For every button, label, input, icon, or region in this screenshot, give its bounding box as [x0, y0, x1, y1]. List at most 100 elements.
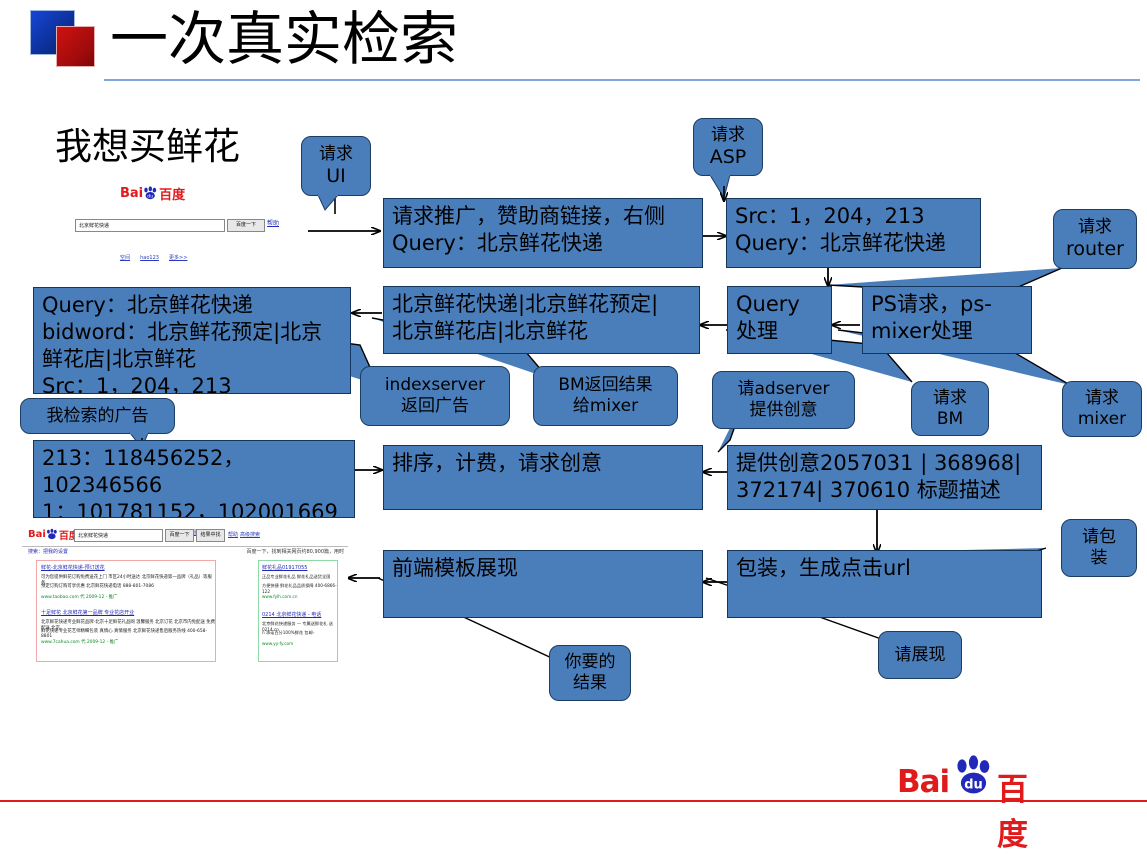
callout-request-mixer: 请求 mixer — [1062, 381, 1142, 437]
svg-text:du: du — [147, 193, 153, 199]
callout-line2: mixer — [1077, 409, 1127, 429]
callout-request-package: 请包 装 — [1061, 519, 1137, 577]
box-line: 提供创意2057031 | 368968| — [736, 451, 1022, 475]
serp-top-search-value: 北京鲜花快递 — [79, 223, 110, 229]
callout-line2: BM — [936, 408, 964, 429]
callout-request-display: 请展现 — [878, 631, 962, 679]
serp-top-help-link[interactable]: 帮助 — [267, 218, 279, 227]
box-line: 包装，生成点击url — [736, 556, 911, 580]
serp-bottom-screenshot: 新闻 网页 贴吧 知道 MP3 图片 视频 Bai 百度 北京鲜花快递 百度一下… — [22, 518, 348, 678]
ad-body: 预定订购订购可享优惠 北京鲜花快递电话 888-801-7086 — [41, 584, 154, 589]
svg-text:du: du — [964, 778, 983, 793]
callout-line2: 给mixer — [572, 396, 639, 416]
ad-url: www.taobao.com 代 2009-12 - 推广 — [41, 595, 118, 600]
box-bidword-list: 北京鲜花快递|北京鲜花预定| 北京鲜花店|北京鲜花 — [383, 286, 700, 354]
footer-brand-cn: 百度 — [997, 772, 1028, 853]
ad-url: www.fylh.com.cn — [262, 594, 298, 599]
box-frontend-template: 前端模板展现 — [383, 550, 703, 618]
box-line: 372174| 370610 标题描述 — [736, 478, 1001, 502]
box-line: Query：北京鲜花快递 — [735, 231, 946, 255]
callout-line1: 请求 — [1085, 388, 1119, 408]
serp-bottom-brand-latin: Bai — [28, 529, 46, 540]
callout-line2: 返回广告 — [401, 396, 469, 416]
callout-line1: BM返回结果 — [558, 375, 653, 395]
serp-bottom-settings-hint[interactable]: 搜索：把我的设置 — [28, 548, 68, 555]
ad-url: www.7cahua.com 代 2009-12 - 推广 — [41, 640, 119, 645]
serp-top-footer-link[interactable]: 空间 — [120, 255, 130, 261]
serp-bottom-search-value: 北京鲜花快递 — [78, 533, 109, 539]
box-query-bidword-src: Query：北京鲜花快递 bidword：北京鲜花预定|北京 鲜花店|北京鲜花 … — [33, 287, 351, 394]
callout-line2: router — [1065, 238, 1124, 260]
ad-body: 正品专业鲜花礼品 鲜花礼品送货全国 — [262, 574, 331, 579]
serp-top-brand-latin: Bai — [120, 186, 144, 201]
ad-body: 鲜花快递专业花艺师精细包装 真情心 真情服务 北京鲜花快递售后服务热线 400-… — [41, 629, 208, 639]
baidu-paw-icon: du — [957, 755, 990, 794]
callout-line1: 请求 — [711, 125, 745, 145]
box-line: Query：北京鲜花快递 — [392, 231, 603, 255]
serp-bottom-search-input[interactable]: 北京鲜花快递 — [74, 529, 163, 542]
box-line: Query：北京鲜花快递 — [42, 293, 253, 317]
box-package-clickurl: 包装，生成点击url — [727, 550, 1042, 618]
ad-title[interactable]: 鲜花礼品01917055 — [262, 564, 307, 571]
serp-top-search-button[interactable]: 百度一下 — [227, 219, 265, 232]
box-request-promotion: 请求推广，赞助商链接，右侧 Query：北京鲜花快递 — [383, 198, 703, 268]
serp-bottom-divider — [22, 546, 348, 547]
ad-title[interactable]: 0214 北京鲜花快递 - 电话 — [262, 611, 321, 618]
ad-body: 方便快捷 鲜花礼品品质保障 400-6866-122 — [262, 583, 337, 594]
callout-line2: 结果 — [573, 673, 607, 693]
footer-baidu-logo: Bai du 百度 — [897, 755, 1057, 853]
serp-bottom-logo[interactable]: Bai 百度 — [28, 527, 79, 542]
box-line: PS请求，ps- — [871, 292, 992, 316]
footer-brand-latin: Bai — [897, 764, 950, 800]
callout-line1: indexserver — [384, 375, 486, 395]
callout-indexserver-return-ads: indexserver 返回广告 — [360, 366, 510, 426]
serp-top-search-input[interactable]: 北京鲜花快递 — [75, 219, 225, 232]
box-line: 北京鲜花店|北京鲜花 — [392, 319, 589, 343]
serp-bottom-right-ads: 鲜花礼品01917055 正品专业鲜花礼品 鲜花礼品送货全国 方便快捷 鲜花礼品… — [258, 560, 338, 662]
callout-line1: 请求 — [319, 144, 353, 164]
ad-title[interactable]: 十足鲜花 北京鲜花第一品牌 专业花店开业 — [41, 609, 134, 616]
serp-top-brand-cn: 百度 — [159, 188, 186, 203]
box-line: Src：1，204，213 — [735, 204, 925, 228]
box-ps-mixer: PS请求，ps- mixer处理 — [862, 286, 1032, 354]
callout-request-ui: 请求 UI — [301, 136, 371, 196]
box-line: 前端模板展现 — [392, 556, 518, 580]
ad-body: n 承诺百分100%鲜花 包邮- — [262, 630, 315, 635]
box-line: Query — [736, 292, 800, 316]
callout-line2: UI — [326, 165, 346, 187]
callout-line1: 请求 — [933, 387, 967, 408]
serp-bottom-search-button[interactable]: 百度一下 — [165, 529, 194, 542]
box-line: 请求推广，赞助商链接，右侧 — [392, 204, 665, 228]
ad-title[interactable]: 鲜花-北京鲜花快递-预订送花 — [41, 564, 105, 571]
box-line: 鲜花店|北京鲜花 — [42, 347, 197, 371]
box-line: 排序，计费，请求创意 — [392, 451, 602, 475]
box-line: 213：118456252， — [42, 446, 245, 470]
serp-top-footer-link[interactable]: hao123 — [140, 255, 159, 261]
box-provide-creative: 提供创意2057031 | 368968| 372174| 370610 标题描… — [727, 445, 1042, 510]
serp-bottom-help-link[interactable]: 帮助 — [228, 531, 238, 538]
callout-line2: ASP — [709, 146, 747, 168]
callout-request-bm: 请求 BM — [911, 381, 989, 436]
box-ad-ids: 213：118456252， 102346566 1：101781152，102… — [33, 440, 355, 518]
callout-ui-tail — [317, 193, 340, 211]
footer-divider — [0, 800, 1147, 802]
serp-top-screenshot: Bai du 百度 新闻 网页 贴吧 知道 MP3 图片 视频 北京鲜花快递 百… — [62, 182, 284, 266]
title-divider — [104, 79, 1140, 81]
serp-bottom-refine-button[interactable]: 结果中找 — [196, 529, 225, 542]
serp-bottom-advanced-link[interactable]: 高级搜索 — [240, 531, 260, 538]
serp-bottom-result-count: 百度一下，找到相关网页约80,900篇，用时 — [246, 549, 345, 555]
box-line: 处理 — [736, 319, 778, 343]
box-line: Src：1，204，213 — [42, 374, 232, 394]
callout-line2: 装 — [1090, 548, 1108, 568]
callout-bm-return-to-mixer: BM返回结果 给mixer — [533, 366, 678, 426]
box-rank-charge-creative: 排序，计费，请求创意 — [383, 445, 703, 510]
box-line: 1：101781152，102001669 — [42, 500, 338, 518]
callout-request-asp: 请求 ASP — [693, 118, 763, 176]
caption-intent: 我想买鲜花 — [55, 125, 240, 168]
box-line: bidword：北京鲜花预定|北京 — [42, 320, 323, 344]
serp-bottom-left-ads: 鲜花-北京鲜花快递-预订送花 可为您提供鲜花订购免费送花上门 市区24小时送达 … — [36, 560, 216, 662]
callout-line1: 请包 — [1082, 527, 1116, 547]
serp-top-footer-link[interactable]: 更多>> — [169, 255, 187, 261]
callout-line1: 我检索的广告 — [46, 405, 149, 426]
page-title: 一次真实检索 — [110, 5, 459, 73]
